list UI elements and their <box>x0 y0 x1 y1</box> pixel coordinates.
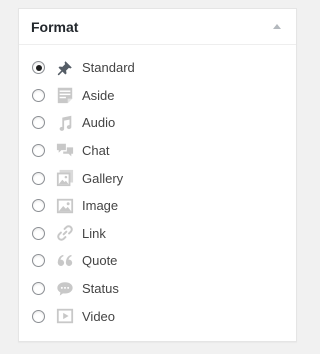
format-option-video[interactable]: Video <box>19 302 296 330</box>
format-option-status[interactable]: Status <box>19 275 296 303</box>
postbox-header[interactable]: Format <box>19 9 296 45</box>
format-option-aside[interactable]: Aside <box>19 82 296 110</box>
image-icon <box>55 196 75 216</box>
chat-icon <box>55 141 75 161</box>
aside-icon <box>55 85 75 105</box>
status-icon <box>55 279 75 299</box>
quote-icon <box>55 251 75 271</box>
format-radio-image[interactable] <box>32 199 45 213</box>
format-option-standard[interactable]: Standard <box>19 54 296 82</box>
format-radio-status[interactable] <box>32 282 45 296</box>
postbox-title: Format <box>31 18 79 35</box>
format-label: Image <box>82 198 119 214</box>
audio-icon <box>55 113 75 133</box>
format-label: Aside <box>82 87 115 103</box>
format-radio-chat[interactable] <box>32 144 45 158</box>
pushpin-icon <box>55 58 75 78</box>
format-radio-standard[interactable] <box>32 61 45 75</box>
format-radio-audio[interactable] <box>32 116 45 130</box>
collapse-toggle-icon[interactable] <box>273 24 281 29</box>
format-option-chat[interactable]: Chat <box>19 137 296 165</box>
format-label: Audio <box>82 115 116 131</box>
gallery-icon <box>55 168 75 188</box>
format-radio-aside[interactable] <box>32 88 45 102</box>
format-postbox: Format Standard Aside Audio Chat Gallery… <box>18 8 297 342</box>
format-option-quote[interactable]: Quote <box>19 247 296 275</box>
format-option-link[interactable]: Link <box>19 220 296 248</box>
format-radio-quote[interactable] <box>32 254 45 268</box>
format-label: Video <box>82 308 116 324</box>
format-radio-video[interactable] <box>32 309 45 323</box>
video-icon <box>55 306 75 326</box>
format-option-audio[interactable]: Audio <box>19 109 296 137</box>
format-label: Standard <box>82 60 135 76</box>
format-radio-link[interactable] <box>32 226 45 240</box>
format-label: Link <box>82 225 106 241</box>
format-radio-gallery[interactable] <box>32 171 45 185</box>
radio-checked-dot <box>35 64 42 71</box>
link-icon <box>55 223 75 243</box>
format-option-gallery[interactable]: Gallery <box>19 164 296 192</box>
format-list: Standard Aside Audio Chat Gallery Image … <box>19 54 296 330</box>
format-label: Chat <box>82 143 110 159</box>
format-label: Quote <box>82 253 118 269</box>
format-label: Gallery <box>82 170 124 186</box>
format-option-image[interactable]: Image <box>19 192 296 220</box>
format-label: Status <box>82 281 119 297</box>
